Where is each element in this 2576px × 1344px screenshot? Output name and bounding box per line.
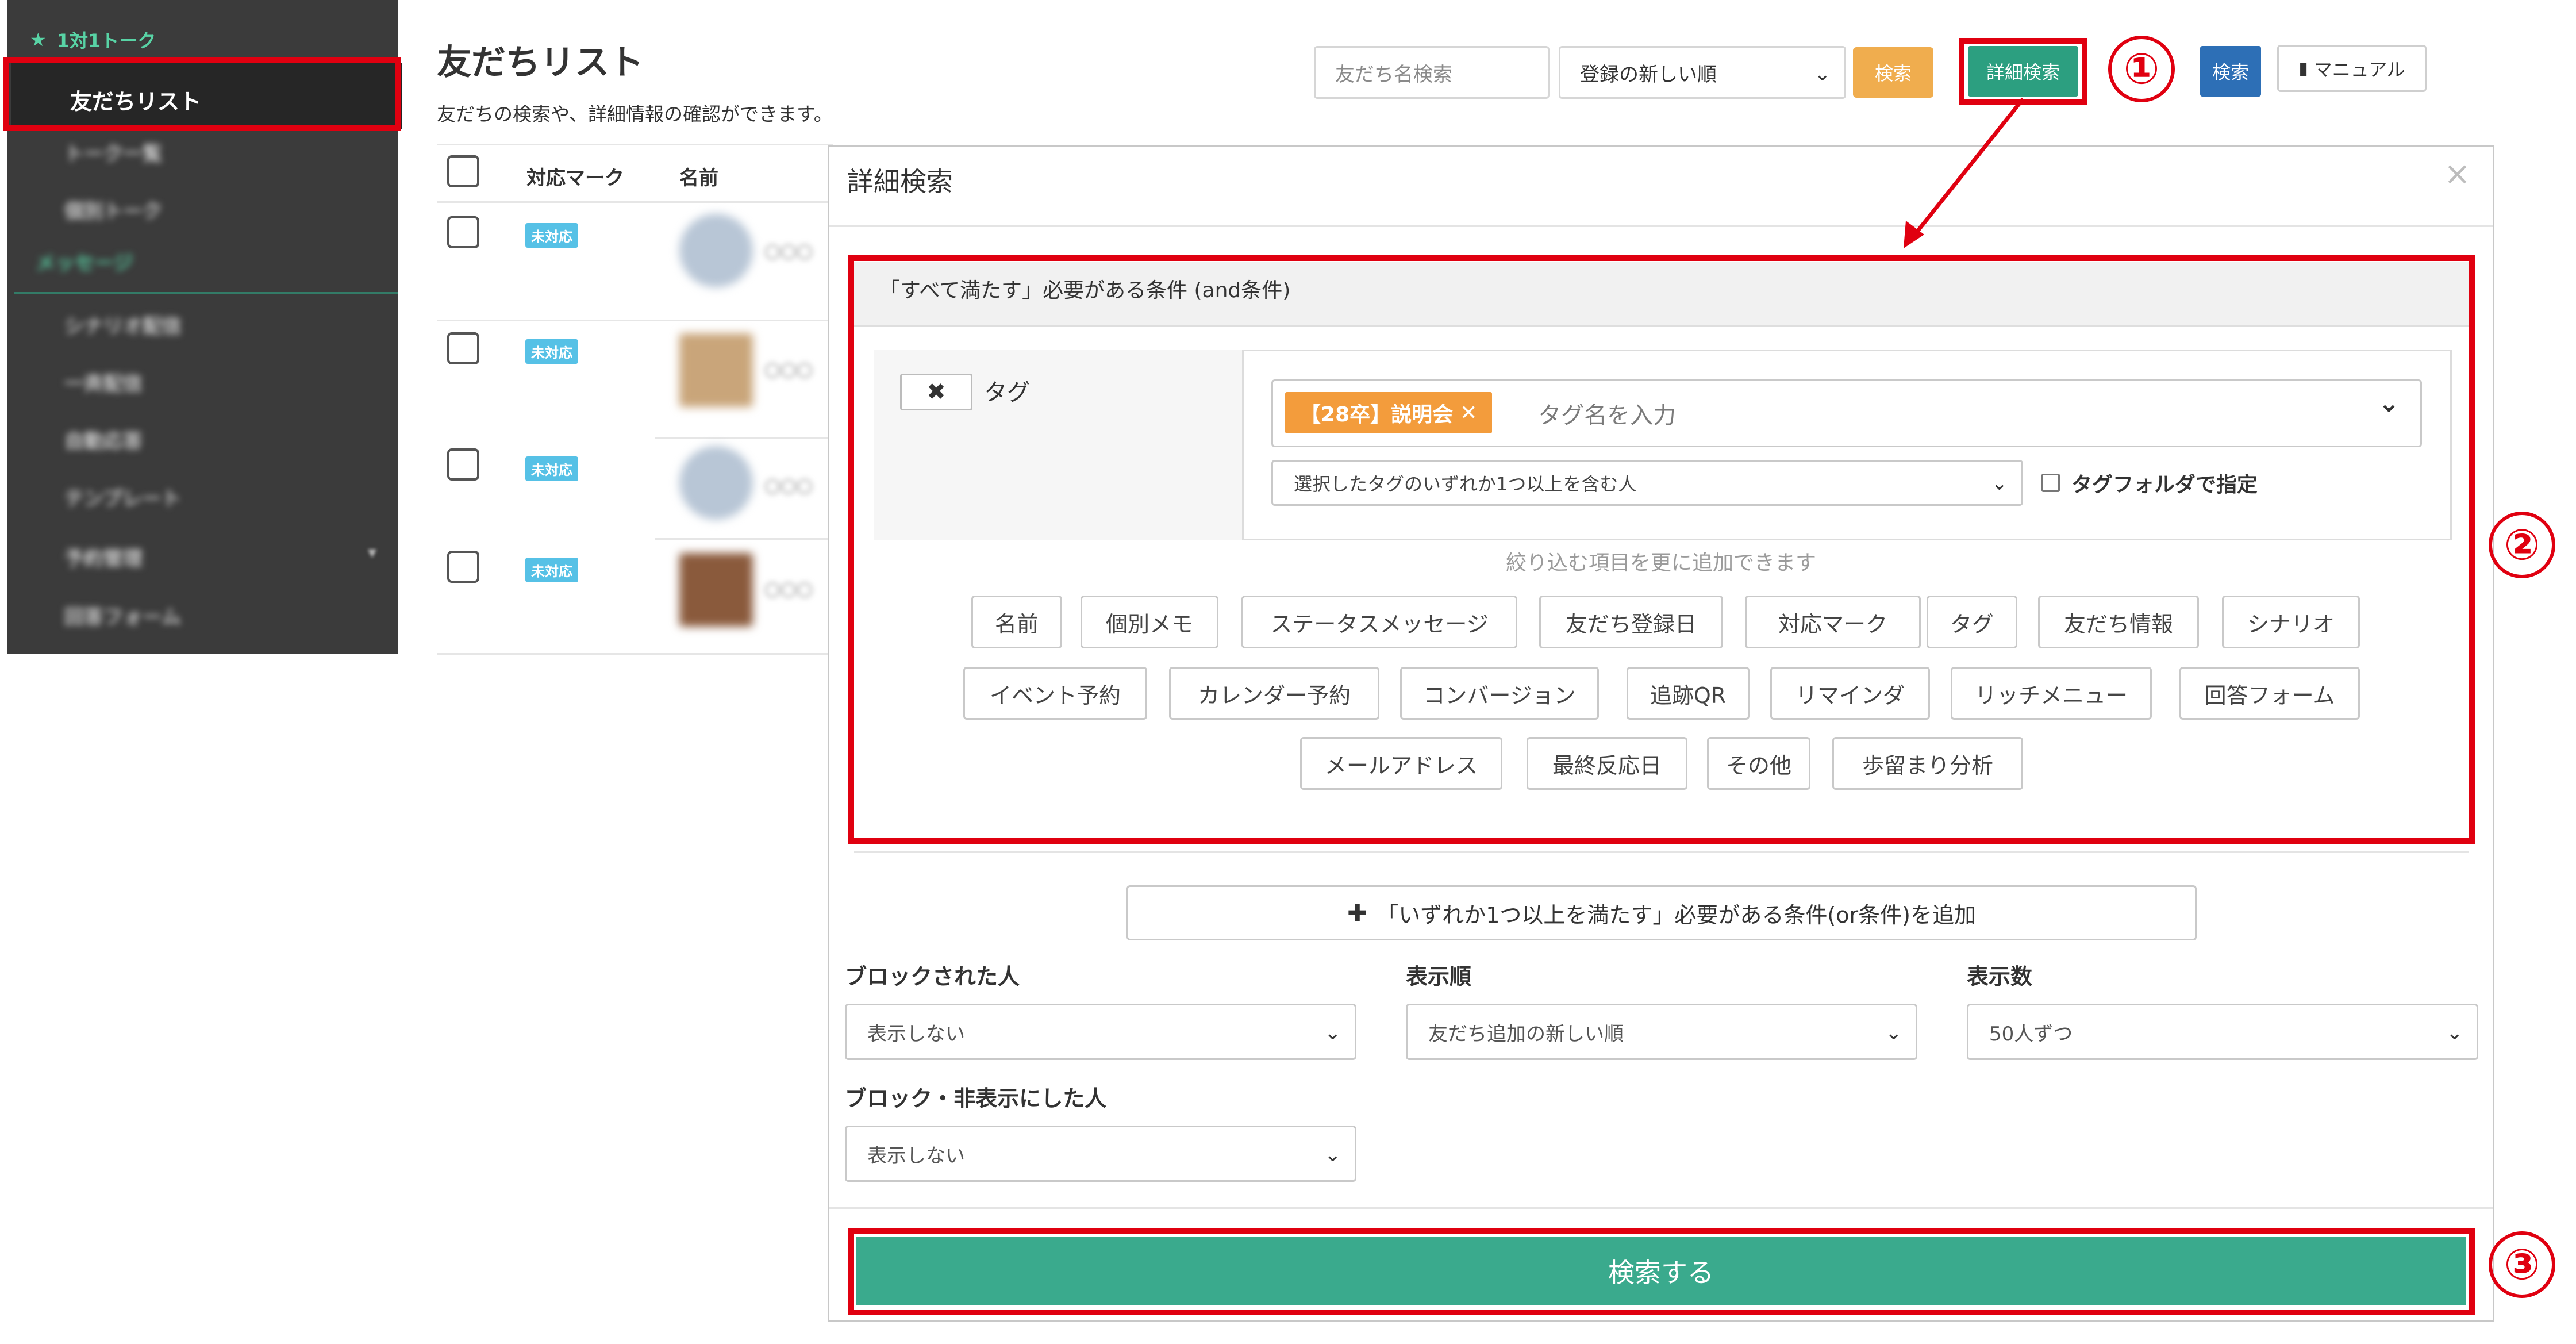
- table-header-border: [437, 201, 833, 203]
- select-all-checkbox[interactable]: [447, 155, 479, 187]
- friend-name[interactable]: 〇〇〇: [764, 475, 813, 498]
- status-badge: 未対応: [525, 558, 578, 582]
- manual-button[interactable]: ▮ マニュアル: [2277, 45, 2427, 92]
- row-divider: [655, 538, 833, 540]
- book-icon: ▮: [2298, 58, 2308, 79]
- sidebar-section-message[interactable]: メッセージ: [36, 247, 133, 275]
- column-header-mark: 対応マーク: [526, 167, 624, 190]
- condition-divider: [854, 851, 2469, 853]
- friend-name-search-input[interactable]: 友だち名検索: [1314, 46, 1550, 99]
- table-bottom-border: [437, 653, 833, 655]
- chevron-down-icon: ⌄: [1885, 1022, 1902, 1045]
- sidebar-divider: [14, 292, 398, 294]
- column-header-name: 名前: [679, 167, 718, 190]
- annotation-highlight-advanced-search: [1959, 38, 2087, 105]
- page-description: 友だちの検索や、詳細情報の確認ができます。: [437, 103, 833, 125]
- add-or-condition-button[interactable]: ✚ 「いずれか1つ以上を満たす」必要がある条件(or条件)を追加: [1126, 885, 2197, 940]
- row-divider: [655, 437, 833, 439]
- blocked-select[interactable]: 表示しない ⌄: [845, 1004, 1356, 1060]
- row-checkbox[interactable]: [447, 448, 479, 481]
- sidebar-item-individual-talk[interactable]: 個別トーク: [64, 195, 162, 224]
- sidebar-section-title: 1対1トーク: [56, 30, 156, 52]
- sort-select-value: 登録の新しい順: [1580, 63, 1717, 86]
- order-label: 表示順: [1406, 964, 1472, 989]
- avatar: [679, 553, 753, 627]
- sidebar-item-answer-form[interactable]: 回答フォーム: [64, 601, 181, 629]
- sidebar-item-auto-reply[interactable]: 自動応答: [64, 425, 143, 454]
- plus-icon: ✚: [1347, 898, 1368, 927]
- blocked-label: ブロックされた人: [845, 964, 1020, 989]
- annotation-number-2: ②: [2489, 512, 2555, 578]
- row-checkbox[interactable]: [447, 551, 479, 583]
- sidebar-item-template[interactable]: テンプレート: [64, 483, 181, 511]
- row-checkbox[interactable]: [447, 332, 479, 364]
- manual-button-label: マニュアル: [2313, 59, 2405, 80]
- avatar: [679, 214, 753, 287]
- close-icon[interactable]: ×: [2444, 155, 2471, 193]
- annotation-number-1: ①: [2108, 36, 2175, 102]
- chevron-down-icon: ⌄: [1324, 1143, 1341, 1166]
- star-icon: ★: [30, 29, 47, 51]
- blocked-hidden-select[interactable]: 表示しない ⌄: [845, 1126, 1356, 1182]
- sidebar-section-header: ★ 1対1トーク: [30, 26, 156, 53]
- order-select-value: 友だち追加の新しい順: [1428, 1022, 1624, 1046]
- search-button-secondary[interactable]: 検索: [2200, 46, 2261, 97]
- sidebar-item-scenario[interactable]: シナリオ配信: [64, 310, 182, 339]
- status-badge: 未対応: [525, 223, 578, 248]
- blocked-hidden-label: ブロック・非表示にした人: [845, 1086, 1107, 1111]
- status-badge: 未対応: [525, 339, 578, 364]
- status-badge: 未対応: [525, 456, 578, 481]
- avatar: [679, 446, 753, 520]
- annotation-highlight-conditions: [848, 255, 2475, 844]
- chevron-down-icon: ⌄: [2446, 1022, 2463, 1045]
- order-select[interactable]: 友だち追加の新しい順 ⌄: [1406, 1004, 1917, 1060]
- table-top-border: [437, 144, 833, 145]
- avatar: [679, 333, 753, 407]
- sort-select[interactable]: 登録の新しい順 ⌄: [1559, 46, 1846, 99]
- friend-name[interactable]: 〇〇〇: [764, 359, 813, 382]
- search-button[interactable]: 検索: [1853, 47, 1933, 98]
- chevron-down-icon: ⌄: [1324, 1022, 1341, 1045]
- count-select-value: 50人ずつ: [1989, 1022, 2073, 1046]
- chevron-down-icon: ▾: [368, 543, 377, 563]
- add-or-condition-label: 「いずれか1つ以上を満たす」必要がある条件(or条件)を追加: [1377, 902, 1976, 928]
- modal-footer-divider: [829, 1207, 2493, 1209]
- annotation-highlight-friend-list: [3, 57, 401, 131]
- friend-name[interactable]: 〇〇〇: [764, 240, 813, 263]
- count-select[interactable]: 50人ずつ ⌄: [1967, 1004, 2478, 1060]
- blocked-hidden-select-value: 表示しない: [867, 1144, 965, 1168]
- annotation-number-3: ③: [2489, 1231, 2555, 1298]
- page-title: 友だちリスト: [437, 43, 644, 83]
- annotation-highlight-submit: [848, 1228, 2475, 1315]
- friend-name[interactable]: 〇〇〇: [764, 578, 813, 601]
- sidebar-item-broadcast[interactable]: 一斉配信: [64, 368, 143, 396]
- sidebar-item-talk-list[interactable]: トーク一覧: [64, 138, 162, 166]
- row-divider: [437, 320, 833, 321]
- sidebar-item-reservation[interactable]: 予約管理: [64, 543, 143, 571]
- modal-header-divider: [829, 225, 2493, 227]
- count-label: 表示数: [1967, 964, 2033, 989]
- chevron-down-icon: ⌄: [1814, 63, 1831, 86]
- blocked-select-value: 表示しない: [867, 1022, 965, 1046]
- modal-title: 詳細検索: [847, 166, 953, 197]
- row-checkbox[interactable]: [447, 216, 479, 248]
